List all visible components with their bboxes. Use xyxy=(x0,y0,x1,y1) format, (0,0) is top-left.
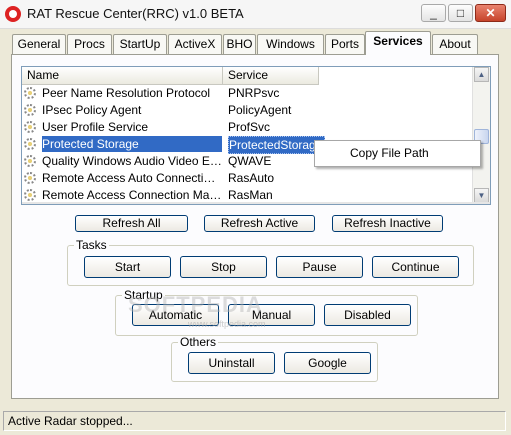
list-item[interactable]: Peer Name Resolution Protocol PNRPsvc xyxy=(22,85,474,102)
google-button[interactable]: Google xyxy=(284,352,371,374)
services-list[interactable]: Name Service Peer Name Resolution Protoc… xyxy=(21,66,491,205)
startup-legend: Startup xyxy=(124,288,163,302)
service-gear-icon xyxy=(24,172,36,184)
column-header-service[interactable]: Service xyxy=(223,67,319,85)
service-id: QWAVE xyxy=(228,154,272,168)
others-legend: Others xyxy=(180,335,217,349)
service-id: RasAuto xyxy=(228,171,275,185)
refresh-inactive-button[interactable]: Refresh Inactive xyxy=(332,215,443,232)
scroll-up-icon[interactable]: ▲ xyxy=(474,67,489,82)
pause-button[interactable]: Pause xyxy=(276,256,363,278)
service-name: Protected Storage xyxy=(42,136,222,152)
service-name: Remote Access Connection Manager xyxy=(42,188,222,202)
maximize-button[interactable]: □ xyxy=(448,4,473,22)
stop-button[interactable]: Stop xyxy=(180,256,267,278)
copy-file-path-menu-item[interactable]: Copy File Path xyxy=(318,144,477,163)
service-name: IPsec Policy Agent xyxy=(42,103,142,117)
tab-procs[interactable]: Procs xyxy=(67,34,112,54)
close-button[interactable]: ✕ xyxy=(475,4,506,22)
tab-services[interactable]: Services xyxy=(365,31,431,55)
automatic-button[interactable]: Automatic xyxy=(132,304,219,326)
tab-windows[interactable]: Windows xyxy=(257,34,324,54)
tab-bho[interactable]: BHO xyxy=(223,34,256,54)
scroll-down-icon[interactable]: ▼ xyxy=(474,188,489,203)
status-bar: Active Radar stopped... xyxy=(0,407,511,435)
minimize-button[interactable]: _ xyxy=(421,4,446,22)
service-gear-icon xyxy=(24,189,36,201)
title-bar: RAT Rescue Center(RRC) v1.0 BETA _ □ ✕ xyxy=(0,0,511,29)
manual-button[interactable]: Manual xyxy=(228,304,315,326)
service-gear-icon xyxy=(24,155,36,167)
start-button[interactable]: Start xyxy=(84,256,171,278)
vertical-scrollbar[interactable]: ▲ ▼ xyxy=(472,67,490,204)
service-id: PolicyAgent xyxy=(228,103,292,117)
service-name: Quality Windows Audio Video Exper... xyxy=(42,154,222,168)
list-bottom-edge xyxy=(22,202,490,204)
continue-button[interactable]: Continue xyxy=(372,256,459,278)
tab-general[interactable]: General xyxy=(12,34,66,54)
list-item[interactable]: IPsec Policy Agent PolicyAgent xyxy=(22,102,474,119)
tab-activex[interactable]: ActiveX xyxy=(168,34,222,54)
tab-ports[interactable]: Ports xyxy=(325,34,365,54)
column-header-name[interactable]: Name xyxy=(22,67,223,85)
service-gear-icon xyxy=(24,87,36,99)
service-id: ProfSvc xyxy=(228,120,271,134)
window-title: RAT Rescue Center(RRC) v1.0 BETA xyxy=(27,6,244,21)
service-id: PNRPsvc xyxy=(228,86,280,100)
uninstall-button[interactable]: Uninstall xyxy=(188,352,275,374)
context-menu: Copy File Path xyxy=(314,140,481,167)
service-gear-icon xyxy=(24,138,36,150)
service-gear-icon xyxy=(24,104,36,116)
refresh-active-button[interactable]: Refresh Active xyxy=(204,215,315,232)
tab-startup[interactable]: StartUp xyxy=(113,34,167,54)
service-gear-icon xyxy=(24,121,36,133)
disabled-button[interactable]: Disabled xyxy=(324,304,411,326)
service-id: ProtectedStorage xyxy=(228,136,326,154)
service-id: RasMan xyxy=(228,188,273,202)
list-item[interactable]: User Profile Service ProfSvc xyxy=(22,119,474,136)
tab-about[interactable]: About xyxy=(432,34,478,54)
refresh-all-button[interactable]: Refresh All xyxy=(75,215,188,232)
tasks-legend: Tasks xyxy=(76,238,107,252)
app-icon xyxy=(5,6,21,22)
status-text: Active Radar stopped... xyxy=(3,411,506,431)
service-name: Remote Access Auto Connection M... xyxy=(42,171,222,185)
service-name: User Profile Service xyxy=(42,120,149,134)
service-name: Peer Name Resolution Protocol xyxy=(42,86,211,100)
list-item[interactable]: Remote Access Auto Connection M... RasAu… xyxy=(22,170,474,187)
